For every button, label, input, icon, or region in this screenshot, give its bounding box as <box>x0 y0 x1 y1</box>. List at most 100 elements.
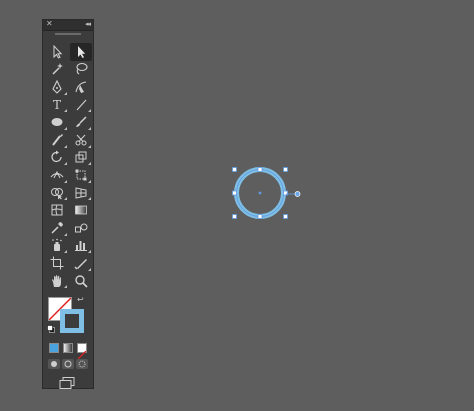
gradient-icon <box>75 205 87 215</box>
curvature-tool[interactable] <box>70 78 92 96</box>
tool-flyout-indicator <box>64 232 67 236</box>
none-mode-button[interactable] <box>77 343 87 360</box>
scale-tool[interactable] <box>70 149 92 167</box>
direct-selection-tool[interactable] <box>70 43 92 61</box>
slice-tool[interactable] <box>70 254 92 272</box>
ellipse-icon <box>51 118 63 127</box>
type-icon: T <box>52 97 61 112</box>
magic-wand-tool[interactable] <box>46 61 68 79</box>
tool-flyout-indicator <box>64 126 67 130</box>
color-mode-button[interactable] <box>49 343 59 354</box>
blend-icon <box>75 223 88 233</box>
default-fill-stroke-icon[interactable] <box>47 325 55 334</box>
close-icon[interactable]: ✕ <box>46 19 53 29</box>
screen-mode-icon[interactable] <box>59 377 75 390</box>
mesh-tool[interactable] <box>46 201 68 219</box>
type-tool[interactable]: T <box>46 96 68 114</box>
draw-behind-button[interactable] <box>62 359 74 370</box>
hand-icon <box>52 274 61 287</box>
draw-normal-icon <box>51 361 57 368</box>
tool-grid: T <box>46 43 93 289</box>
none-slash-icon <box>77 350 87 360</box>
artboard-icon <box>50 256 64 270</box>
scale-icon <box>75 151 87 163</box>
artboard-tool[interactable] <box>46 254 68 272</box>
tool-flyout-indicator <box>64 250 67 254</box>
bounding-box-handle[interactable] <box>232 214 237 219</box>
slice-icon <box>74 258 87 270</box>
tool-flyout-indicator <box>64 197 67 201</box>
line-icon <box>76 99 87 110</box>
scissors-icon <box>75 134 87 146</box>
tool-flyout-indicator <box>64 285 67 289</box>
tool-flyout-indicator <box>64 179 67 183</box>
zoom-tool[interactable] <box>70 272 92 290</box>
collapse-icon[interactable]: ◂◂ <box>85 19 91 29</box>
selected-ellipse[interactable] <box>232 167 288 219</box>
perspective-grid-tool[interactable] <box>70 184 92 202</box>
shaper-icon <box>52 133 63 146</box>
tools-panel-header[interactable]: ✕ ◂◂ <box>43 19 93 31</box>
lasso-icon <box>76 63 88 75</box>
tool-flyout-indicator <box>64 91 67 95</box>
brush-icon <box>76 116 87 128</box>
tool-flyout-indicator <box>64 162 67 166</box>
tool-flyout-indicator <box>88 250 91 254</box>
scissors-tool[interactable] <box>70 131 92 149</box>
column-graph-tool[interactable] <box>70 237 92 255</box>
anchor-point[interactable] <box>257 167 263 172</box>
free-transform-tool[interactable] <box>70 166 92 184</box>
rotate-tool[interactable] <box>46 149 68 167</box>
pen-tool[interactable] <box>46 78 68 96</box>
tool-flyout-indicator <box>88 162 91 166</box>
anchor-point[interactable] <box>232 190 237 196</box>
ellipse-tool[interactable] <box>46 113 68 131</box>
gradient-tool[interactable] <box>70 201 92 219</box>
arrow-black-icon <box>53 44 63 59</box>
tool-flyout-indicator <box>64 144 67 148</box>
pen-icon <box>52 79 62 94</box>
width-tool[interactable] <box>46 166 68 184</box>
tool-flyout-indicator <box>88 144 91 148</box>
shape-builder-icon <box>51 187 63 200</box>
panel-grip[interactable] <box>55 33 81 40</box>
rotate-icon <box>51 150 62 163</box>
width-icon <box>50 170 64 179</box>
fill-stroke-controls: ↩ <box>43 293 93 339</box>
swap-fill-stroke-icon[interactable]: ↩ <box>77 295 84 304</box>
color-mode-row <box>49 343 93 360</box>
arrow-white-icon <box>78 45 86 58</box>
gradient-mode-button[interactable] <box>63 343 73 354</box>
hand-tool[interactable] <box>46 272 68 290</box>
magic-wand-icon <box>52 63 63 75</box>
tool-flyout-indicator <box>88 126 91 130</box>
shaper-tool[interactable] <box>46 131 68 149</box>
bounding-box-handle[interactable] <box>283 167 288 172</box>
bounding-box-handle[interactable] <box>283 214 288 219</box>
line-segment-tool[interactable] <box>70 96 92 114</box>
draw-behind-icon <box>64 360 72 368</box>
shape-widget[interactable] <box>286 189 302 199</box>
lasso-tool[interactable] <box>70 61 92 79</box>
selection-tool[interactable] <box>46 43 68 61</box>
tool-flyout-indicator <box>88 109 91 113</box>
shape-builder-tool[interactable] <box>46 184 68 202</box>
blend-tool[interactable] <box>70 219 92 237</box>
zoom-icon <box>75 274 88 288</box>
drawing-mode-row <box>48 359 93 370</box>
eyedropper-tool[interactable] <box>46 219 68 237</box>
draw-normal-button[interactable] <box>48 359 60 370</box>
symbol-sprayer-icon <box>52 239 62 252</box>
symbol-sprayer-tool[interactable] <box>46 237 68 255</box>
stroke-swatch[interactable] <box>60 309 84 334</box>
paintbrush-tool[interactable] <box>70 113 92 131</box>
free-transform-icon <box>75 169 87 181</box>
tool-flyout-indicator <box>88 267 91 271</box>
eyedropper-icon <box>51 221 63 234</box>
anchor-point[interactable] <box>257 214 263 219</box>
tool-flyout-indicator <box>88 179 91 183</box>
draw-inside-button[interactable] <box>76 359 88 370</box>
curvature-pen-icon <box>75 81 87 93</box>
tools-panel: ✕ ◂◂ T ↩ <box>42 19 94 390</box>
bounding-box-handle[interactable] <box>232 167 237 172</box>
